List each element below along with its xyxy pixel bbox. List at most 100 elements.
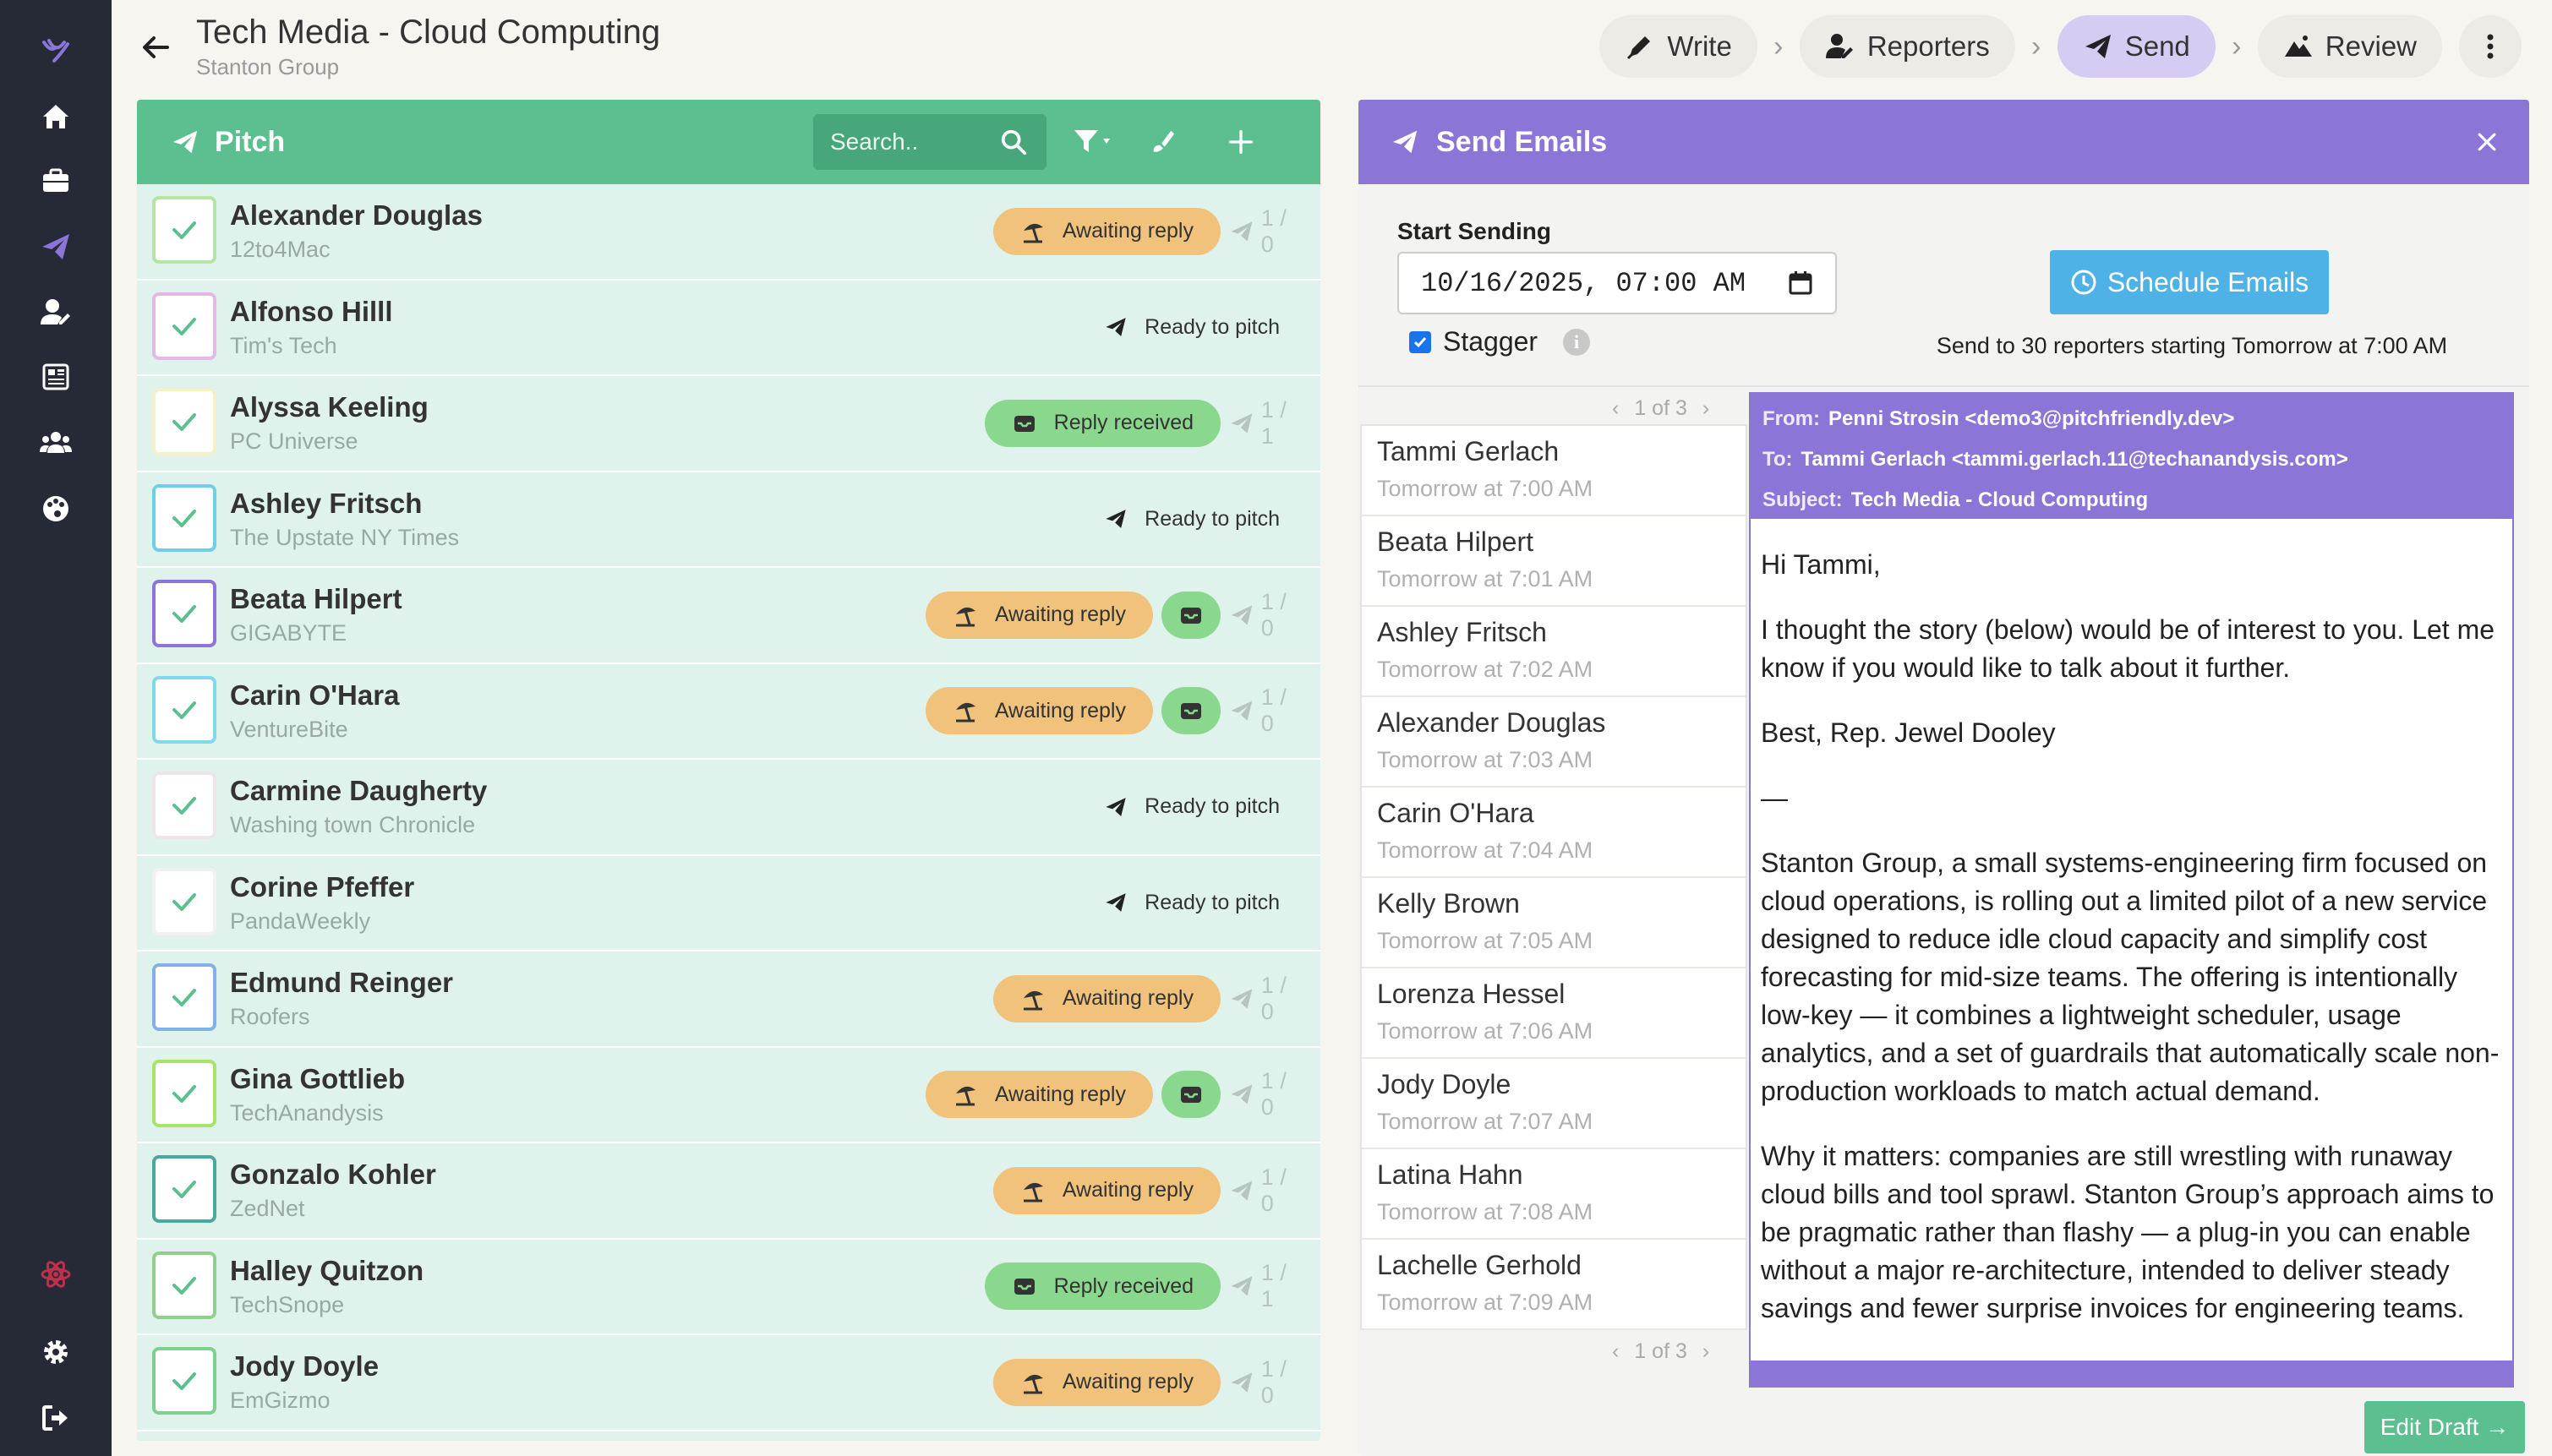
more-options-icon[interactable] [2459,15,2522,78]
row-checkbox[interactable] [152,772,216,839]
pitch-row[interactable]: Jody Doyle EmGizmo Awaiting reply 1 / 0 [137,1335,1320,1431]
row-checkbox[interactable] [152,867,216,935]
step-reporters[interactable]: Reporters [1799,15,2015,78]
reporter-name[interactable]: Jody Doyle [230,1350,379,1382]
reporter-name[interactable]: Alexander Douglas [230,199,483,232]
reporter-name[interactable]: Alfonso Hilll [230,296,393,328]
home-icon[interactable] [32,93,79,140]
pitch-row[interactable]: Halley Quitzon TechSnope Reply received 1 /… [137,1240,1320,1335]
back-arrow-icon[interactable] [134,25,178,69]
pitch-row[interactable]: Alexander Douglas 12to4Mac Awaiting reply 1… [137,184,1320,281]
row-checkbox[interactable] [152,1251,216,1319]
reporter-name[interactable]: Gina Gottlieb [230,1063,405,1095]
row-checkbox[interactable] [152,1059,216,1127]
row-checkbox[interactable] [152,1155,216,1223]
step-review[interactable]: Review [2257,15,2442,78]
row-checkbox[interactable] [152,963,216,1031]
step-send[interactable]: Send [2057,15,2216,78]
recipient-item[interactable]: Alexander Douglas Tomorrow at 7:03 AM [1362,697,1746,788]
recipient-item[interactable]: Lorenza Hessel Tomorrow at 7:06 AM [1362,968,1746,1059]
inbox-badge[interactable] [1161,1071,1221,1119]
atom-icon[interactable] [32,1251,79,1298]
pitch-row[interactable]: Gonzalo Kohler ZedNet Awaiting reply 1 / 0 [137,1143,1320,1240]
plus-icon[interactable] [1219,122,1263,162]
stagger-checkbox[interactable] [1409,330,1431,353]
inbox-badge[interactable] [1161,591,1221,639]
recipient-item[interactable]: Latina Hahn Tomorrow at 7:08 AM [1362,1149,1746,1240]
reporter-name[interactable]: Carin O'Hara [230,679,399,712]
filter-icon[interactable] [1072,122,1116,162]
schedule-emails-button[interactable]: Schedule Emails [2050,250,2329,314]
pitch-row[interactable]: Gina Gottlieb TechAnandysis Awaiting reply… [137,1048,1320,1143]
recipient-item[interactable]: Tammi Gerlach Tomorrow at 7:00 AM [1362,426,1746,516]
row-checkbox[interactable] [152,292,216,360]
status-badge[interactable]: Awaiting reply [925,591,1153,639]
status-badge[interactable]: Awaiting reply [992,207,1221,255]
logo-icon[interactable] [32,29,79,76]
pitch-row[interactable]: Alfonso Hilll Tim's Tech Ready to pitch [137,281,1320,376]
status-badge[interactable]: Awaiting reply [925,1071,1153,1119]
chevron-right-icon[interactable]: › [1702,396,1709,421]
reporter-name[interactable]: Carmine Daugherty [230,775,487,807]
chevron-right-icon[interactable]: › [1702,1339,1709,1364]
start-date-input[interactable]: 10/16/2025, 07:00 AM [1397,252,1837,314]
status-badge[interactable]: Ready to pitch [1104,879,1305,926]
row-checkbox[interactable] [152,483,216,552]
reporter-name[interactable]: Beata Hilpert [230,583,402,615]
reporter-name[interactable]: Gonzalo Kohler [230,1159,436,1191]
row-checkbox[interactable] [152,388,216,455]
recipient-item[interactable]: Carin O'Hara Tomorrow at 7:04 AM [1362,788,1746,878]
reporter-name[interactable]: Edmund Reinger [230,967,453,999]
close-icon[interactable] [2468,123,2506,161]
search-icon[interactable] [999,128,1028,156]
reporter-name[interactable]: Ashley Fritsch [230,488,422,520]
row-checkbox[interactable] [152,580,216,647]
chevron-left-icon[interactable]: ‹ [1612,396,1619,421]
newspaper-icon[interactable] [32,353,79,401]
edit-draft-button[interactable]: Edit Draft → [2364,1401,2525,1453]
briefcase-icon[interactable] [32,157,79,204]
recipient-item[interactable]: Lachelle Gerhold Tomorrow at 7:09 AM [1362,1240,1746,1330]
status-badge[interactable]: Ready to pitch [1104,303,1305,351]
recipient-item[interactable]: Kelly Brown Tomorrow at 7:05 AM [1362,878,1746,968]
pitch-row[interactable]: Carin O'Hara VentureBite Awaiting reply 1 /… [137,664,1320,760]
recipient-item[interactable]: Ashley Fritsch Tomorrow at 7:02 AM [1362,607,1746,697]
paper-plane-icon[interactable] [32,223,79,270]
pitch-title: Pitch [215,125,286,158]
reporter-name[interactable]: Halley Quitzon [230,1255,424,1287]
inbox-badge[interactable] [1161,687,1221,735]
brush-icon[interactable] [1139,122,1183,162]
row-checkbox[interactable] [152,675,216,744]
calendar-icon[interactable] [1788,270,1813,296]
recipient-item[interactable]: Jody Doyle Tomorrow at 7:07 AM [1362,1059,1746,1149]
status-badge[interactable]: Awaiting reply [992,974,1221,1022]
status-badge[interactable]: Awaiting reply [992,1166,1221,1214]
row-checkbox[interactable] [152,1347,216,1415]
info-icon[interactable]: i [1563,328,1591,356]
pitch-row[interactable]: Ashley Fritsch The Upstate NY Times Ready … [137,472,1320,568]
pitch-row[interactable]: Edmund Reinger Roofers Awaiting reply 1 / 0 [137,952,1320,1048]
user-edit-icon[interactable] [32,289,79,336]
pitch-row[interactable]: Corine Pfeffer PandaWeekly Ready to pitch [137,856,1320,952]
status-badge[interactable]: Reply received [984,399,1221,447]
search-input[interactable] [830,128,999,155]
step-write[interactable]: Write [1599,15,1757,78]
row-checkbox[interactable] [152,196,216,264]
reporter-name[interactable]: Corine Pfeffer [230,871,414,903]
reporter-name[interactable]: Alyssa Keeling [230,391,429,423]
pitch-row[interactable]: Alyssa Keeling PC Universe Reply received 1… [137,376,1320,472]
status-badge[interactable]: Ready to pitch [1104,783,1305,831]
status-badge[interactable]: Ready to pitch [1104,495,1305,543]
users-icon[interactable] [32,419,79,466]
recipient-item[interactable]: Beata Hilpert Tomorrow at 7:01 AM [1362,516,1746,607]
row-status: Ready to pitch [1104,281,1305,375]
chevron-left-icon[interactable]: ‹ [1612,1339,1619,1364]
gear-icon[interactable] [32,1328,79,1376]
pitch-row[interactable]: Beata Hilpert GIGABYTE Awaiting reply 1 / 0 [137,568,1320,664]
status-badge[interactable]: Reply received [984,1262,1221,1311]
status-badge[interactable]: Awaiting reply [925,687,1153,735]
palette-icon[interactable] [32,485,79,532]
pitch-row[interactable]: Carmine Daugherty Washing town Chronicle R… [137,760,1320,856]
logout-icon[interactable] [32,1394,79,1442]
status-badge[interactable]: Awaiting reply [992,1358,1221,1406]
